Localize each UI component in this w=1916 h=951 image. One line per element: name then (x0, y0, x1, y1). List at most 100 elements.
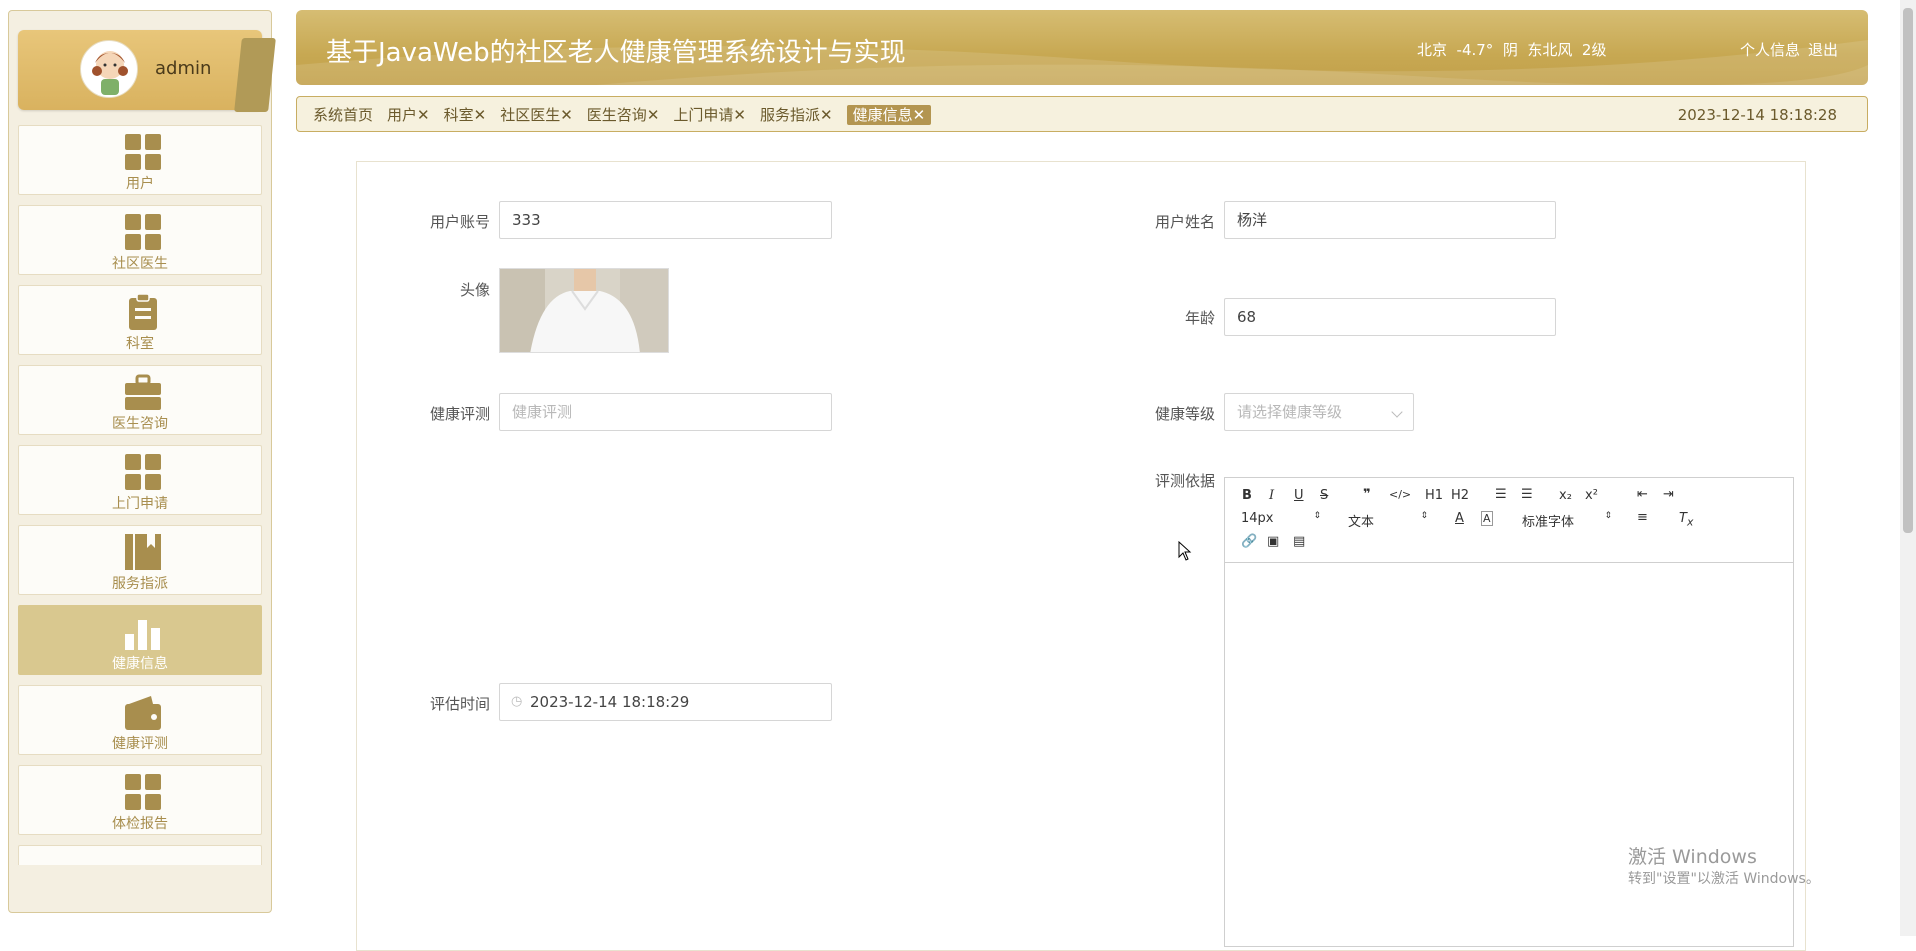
background-color-icon[interactable]: A (1481, 511, 1493, 526)
name-field[interactable]: 杨洋 (1224, 201, 1556, 239)
close-icon[interactable]: ✕ (474, 106, 487, 124)
bold-icon[interactable]: B (1242, 488, 1252, 503)
user-card: admin (18, 30, 276, 112)
unordered-list-icon[interactable]: ☰ (1521, 487, 1533, 502)
link-icon[interactable]: 🔗 (1241, 534, 1257, 549)
strikethrough-icon[interactable]: S (1320, 488, 1328, 503)
card-fold-decoration (234, 38, 276, 112)
tab-health-info[interactable]: 健康信息✕ (846, 105, 932, 125)
font-color-icon[interactable]: A (1455, 511, 1464, 526)
basis-label: 评测依据 (1154, 472, 1215, 490)
subscript-icon[interactable]: x₂ (1559, 488, 1572, 503)
sidebar-item-more[interactable] (18, 845, 262, 865)
sidebar-item-label: 体检报告 (112, 816, 168, 832)
close-icon[interactable]: ✕ (647, 106, 660, 124)
sidebar-item-label: 健康信息 (112, 656, 168, 672)
side-menu: 用户 社区医生 科室 医生咨询 上门申请 服务指派 健康信息 健康评测 体检报告 (18, 125, 262, 865)
close-icon[interactable]: ✕ (733, 106, 746, 124)
current-datetime: 2023-12-14 18:18:28 (1677, 106, 1837, 124)
underline-icon[interactable]: U (1294, 488, 1304, 503)
sidebar-item-department[interactable]: 科室 (18, 285, 262, 355)
tab-home[interactable]: 系统首页 (313, 105, 373, 125)
font-family-value: 标准字体 (1522, 515, 1575, 530)
profile-link[interactable]: 个人信息 (1740, 41, 1800, 59)
font-family-select[interactable]: 标准字体 ⇕ (1522, 511, 1612, 530)
account-label: 用户账号 (429, 213, 490, 231)
account-field[interactable]: 333 (499, 201, 832, 239)
scrollbar-thumb[interactable] (1903, 8, 1913, 533)
italic-icon[interactable]: I (1269, 488, 1274, 503)
tab-label: 科室 (443, 106, 474, 124)
clear-format-icon[interactable]: Tx (1679, 511, 1693, 529)
align-icon[interactable]: ≡ (1637, 510, 1648, 525)
mouse-cursor-icon (1178, 541, 1192, 561)
time-label: 评估时间 (429, 695, 490, 713)
avatar-icon (92, 51, 128, 95)
sidebar-item-doctor[interactable]: 社区医生 (18, 205, 262, 275)
close-icon[interactable]: ✕ (560, 106, 573, 124)
code-icon[interactable]: </> (1389, 488, 1411, 501)
font-size-select[interactable]: 14px ⇕ (1241, 511, 1321, 526)
avatar[interactable] (80, 40, 138, 98)
page-scrollbar[interactable] (1900, 0, 1916, 936)
chevron-down-icon (1391, 406, 1403, 418)
level-select-placeholder: 请选择健康等级 (1237, 403, 1343, 421)
sidebar-item-label: 健康评测 (112, 736, 168, 752)
level-select[interactable]: 请选择健康等级 (1224, 393, 1414, 431)
sidebar-item-label: 社区医生 (112, 256, 168, 272)
bar-chart-icon (125, 620, 160, 650)
header-links: 个人信息 退出 (1732, 39, 1838, 60)
sidebar-item-user[interactable]: 用户 (18, 125, 262, 195)
grid-icon (125, 774, 161, 810)
wallet-icon (125, 696, 161, 730)
heading2-icon[interactable]: H2 (1451, 488, 1469, 503)
tab-label: 医生咨询 (586, 106, 647, 124)
paragraph-select[interactable]: 文本 ⇕ (1348, 511, 1428, 530)
logout-link[interactable]: 退出 (1808, 41, 1838, 59)
sidebar-item-health-info[interactable]: 健康信息 (18, 605, 262, 675)
age-field[interactable]: 68 (1224, 298, 1556, 336)
sidebar-item-checkup[interactable]: 体检报告 (18, 765, 262, 835)
weather-info: 北京 -4.7° 阴 东北风 2级 (1417, 41, 1607, 59)
tab-label: 服务指派 (759, 106, 820, 124)
sidebar-item-label: 用户 (126, 176, 154, 192)
avatar-photo[interactable] (499, 268, 669, 353)
image-icon[interactable]: ▣ (1267, 534, 1279, 549)
close-icon[interactable]: ✕ (820, 106, 833, 124)
chevron-updown-icon: ⇕ (1313, 511, 1321, 521)
name-label: 用户姓名 (1154, 213, 1215, 231)
sidebar-item-visit[interactable]: 上门申请 (18, 445, 262, 515)
assessment-time-picker[interactable]: ◷ 2023-12-14 18:18:29 (499, 683, 832, 721)
sidebar-item-consult[interactable]: 医生咨询 (18, 365, 262, 435)
editor-content-area[interactable] (1225, 563, 1793, 947)
tabs-bar: 系统首页 用户✕ 科室✕ 社区医生✕ 医生咨询✕ 上门申请✕ 服务指派✕ 健康信… (296, 96, 1868, 132)
sidebar: admin 用户 社区医生 科室 医生咨询 上门申请 服务指派 健康信息 健康评… (8, 10, 276, 913)
username: admin (155, 58, 212, 79)
grid-icon (125, 134, 161, 170)
sidebar-item-assign[interactable]: 服务指派 (18, 525, 262, 595)
tab-user[interactable]: 用户✕ (387, 105, 430, 125)
assessment-field[interactable]: 健康评测 (499, 393, 832, 431)
tab-department[interactable]: 科室✕ (444, 105, 487, 125)
clock-icon: ◷ (511, 694, 523, 709)
activation-watermark-title: 激活 Windows (1628, 846, 1757, 868)
sidebar-item-assessment[interactable]: 健康评测 (18, 685, 262, 755)
heading1-icon[interactable]: H1 (1425, 488, 1443, 503)
ordered-list-icon[interactable]: ☰ (1495, 487, 1507, 502)
tab-label: 社区医生 (500, 106, 561, 124)
tab-doctor[interactable]: 社区医生✕ (500, 105, 573, 125)
blockquote-icon[interactable]: ❞ (1363, 487, 1371, 502)
close-icon[interactable]: ✕ (913, 106, 926, 124)
paragraph-value: 文本 (1348, 515, 1375, 530)
sidebar-item-label: 服务指派 (112, 576, 168, 592)
tab-assign[interactable]: 服务指派✕ (760, 105, 833, 125)
tab-visit[interactable]: 上门申请✕ (673, 105, 746, 125)
superscript-icon[interactable]: x² (1585, 488, 1598, 503)
outdent-icon[interactable]: ⇤ (1637, 487, 1648, 502)
tab-consult[interactable]: 医生咨询✕ (587, 105, 660, 125)
indent-icon[interactable]: ⇥ (1663, 487, 1674, 502)
video-icon[interactable]: ▤ (1293, 534, 1305, 549)
close-icon[interactable]: ✕ (417, 106, 430, 124)
app-title: 基于JavaWeb的社区老人健康管理系统设计与实现 (326, 38, 906, 68)
app-header: 基于JavaWeb的社区老人健康管理系统设计与实现 北京 -4.7° 阴 东北风… (296, 10, 1868, 85)
